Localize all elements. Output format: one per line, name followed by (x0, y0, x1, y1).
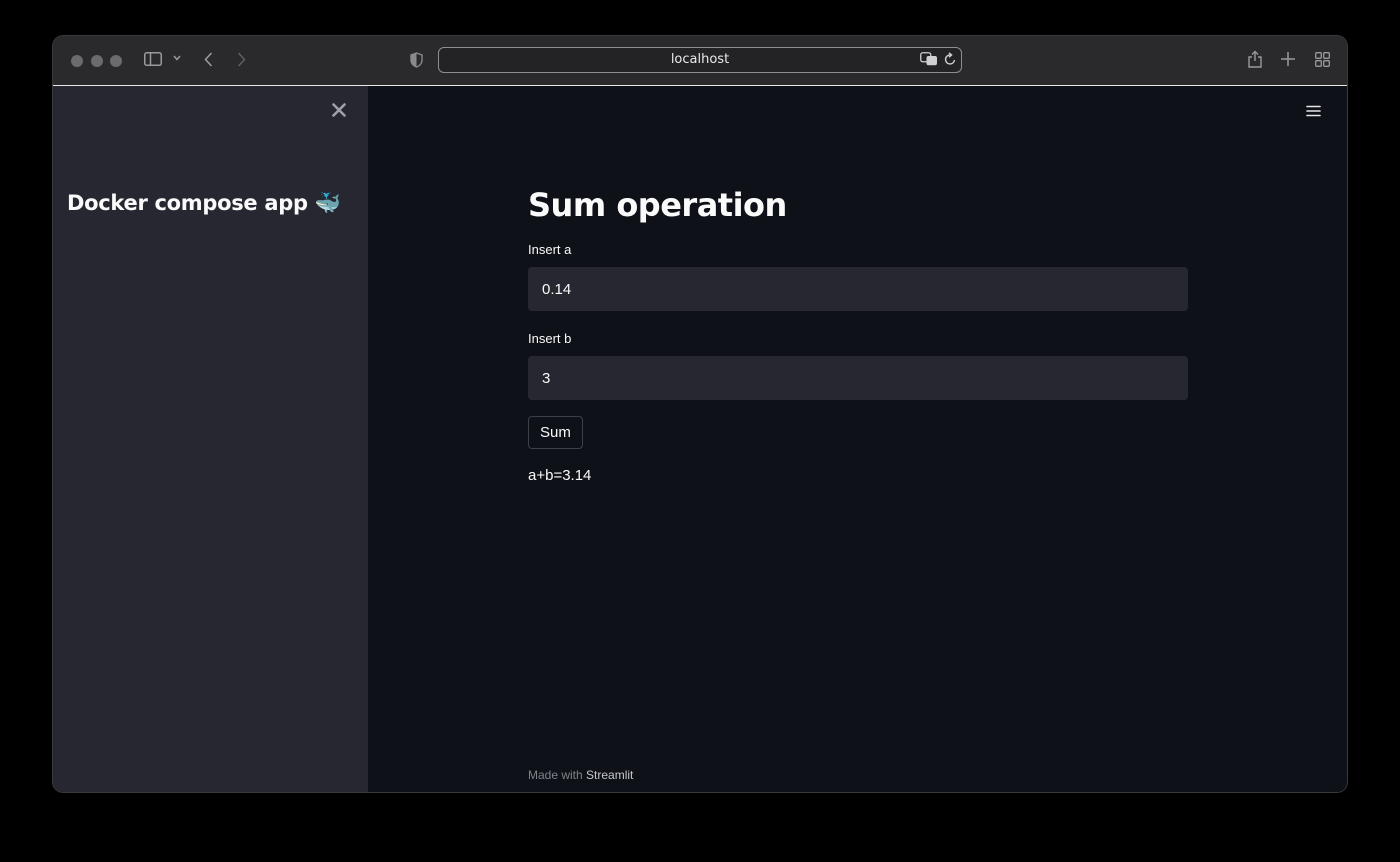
content-block: Sum operation Insert a Insert b Sum a+b=… (528, 186, 1188, 484)
share-icon[interactable] (1248, 50, 1262, 68)
url-text: localhost (670, 52, 730, 67)
tab-overview-icon[interactable] (1315, 52, 1330, 67)
result-text: a+b=3.14 (528, 467, 592, 484)
field-a-label: Insert a (528, 242, 572, 257)
browser-window: localhost Docker compose app 🐳 Sum opera… (53, 36, 1347, 792)
sidebar-title: Docker compose app 🐳 (67, 191, 341, 215)
translate-icon[interactable] (920, 52, 938, 66)
back-icon[interactable] (204, 52, 213, 67)
browser-toolbar: localhost (53, 36, 1347, 86)
reload-icon[interactable] (944, 52, 957, 66)
page-title: Sum operation (528, 186, 787, 224)
chevron-down-icon[interactable] (173, 55, 181, 61)
close-icon[interactable] (332, 100, 346, 123)
footer: Made with Streamlit (528, 768, 633, 782)
new-tab-icon[interactable] (1281, 52, 1295, 66)
sidebar: Docker compose app 🐳 (53, 86, 368, 792)
input-a[interactable] (528, 267, 1188, 311)
main-content: Sum operation Insert a Insert b Sum a+b=… (368, 86, 1347, 792)
sum-button[interactable]: Sum (528, 416, 583, 449)
forward-icon[interactable] (237, 52, 246, 67)
sidebar-toggle-icon[interactable] (144, 52, 162, 66)
close-window-button[interactable] (71, 55, 83, 67)
address-bar[interactable]: localhost (438, 47, 962, 73)
zoom-window-button[interactable] (110, 55, 122, 67)
footer-prefix: Made with (528, 768, 587, 782)
shield-icon[interactable] (410, 52, 423, 68)
hamburger-menu-icon[interactable] (1306, 104, 1321, 122)
minimize-window-button[interactable] (91, 55, 103, 67)
input-b[interactable] (528, 356, 1188, 400)
field-b-label: Insert b (528, 331, 572, 346)
streamlit-link[interactable]: Streamlit (586, 768, 633, 782)
